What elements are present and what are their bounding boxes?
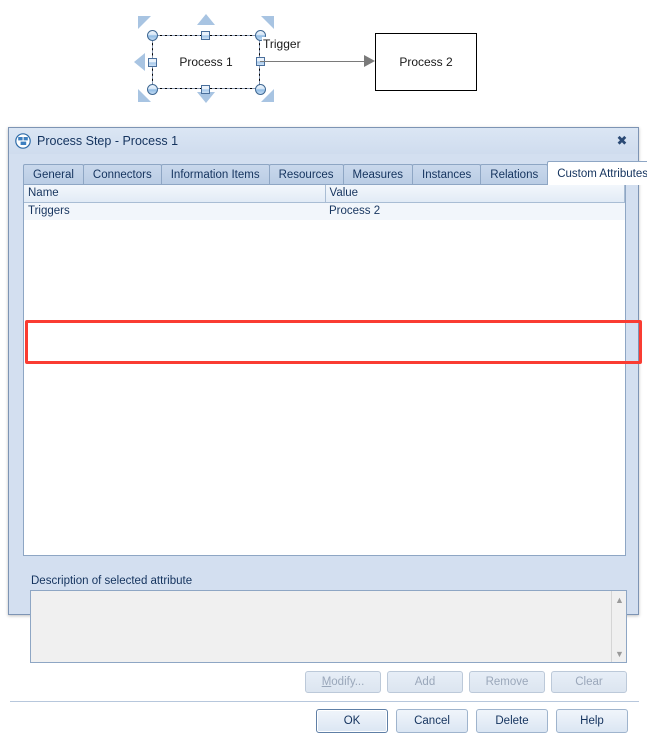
resize-arrow-top-left[interactable] bbox=[138, 16, 152, 30]
process-step-icon bbox=[15, 133, 31, 149]
cell-attribute-name: Triggers bbox=[24, 202, 325, 220]
diagram-shape-process-2[interactable]: Process 2 bbox=[375, 33, 477, 91]
description-textarea[interactable]: ▲ ▼ bbox=[30, 590, 627, 663]
corner-handle-top-left[interactable] bbox=[147, 30, 158, 41]
tab-measures[interactable]: Measures bbox=[342, 164, 414, 185]
corner-handle-bottom-right[interactable] bbox=[255, 84, 266, 95]
tab-instances[interactable]: Instances bbox=[412, 164, 482, 185]
close-icon[interactable]: ✖ bbox=[614, 133, 630, 149]
description-label: Description of selected attribute bbox=[31, 575, 193, 587]
connector-arrowhead-icon bbox=[364, 55, 375, 67]
cancel-button[interactable]: Cancel bbox=[396, 709, 468, 733]
description-scrollbar[interactable]: ▲ ▼ bbox=[611, 591, 626, 662]
table-row[interactable]: Triggers Process 2 bbox=[24, 202, 625, 220]
dialog-footer-buttons: OK Cancel Delete Help bbox=[316, 709, 628, 733]
tab-strip: General Connectors Information Items Res… bbox=[23, 161, 647, 185]
tab-connectors[interactable]: Connectors bbox=[82, 164, 162, 185]
add-button[interactable]: Add bbox=[387, 671, 463, 693]
move-arrow-left[interactable] bbox=[134, 53, 145, 71]
connector-label-trigger: Trigger bbox=[262, 37, 302, 51]
table-header-row: Name Value bbox=[24, 185, 625, 203]
process-step-dialog: Process Step - Process 1 ✖ General Conne… bbox=[8, 127, 647, 733]
column-header-name[interactable]: Name bbox=[24, 185, 326, 203]
chevron-down-icon[interactable]: ▼ bbox=[612, 646, 627, 661]
diagram-canvas: Process 1 Trigger Process 2 bbox=[0, 0, 647, 124]
edge-handle-bottom[interactable] bbox=[201, 85, 210, 94]
dialog-titlebar: Process Step - Process 1 ✖ bbox=[9, 128, 638, 154]
selection-dashed-rect bbox=[152, 35, 260, 89]
move-arrow-up[interactable] bbox=[197, 14, 215, 25]
tab-custom-attributes[interactable]: Custom Attributes bbox=[547, 161, 647, 185]
attribute-action-buttons: Modify... Add Remove Clear bbox=[305, 671, 627, 693]
column-header-value[interactable]: Value bbox=[325, 185, 625, 203]
tab-information-items[interactable]: Information Items bbox=[160, 164, 270, 185]
edge-handle-top[interactable] bbox=[201, 31, 210, 40]
dialog-title: Process Step - Process 1 bbox=[37, 134, 179, 148]
clear-button[interactable]: Clear bbox=[551, 671, 627, 693]
modify-button[interactable]: Modify... bbox=[305, 671, 381, 693]
help-button[interactable]: Help bbox=[556, 709, 628, 733]
connector-line[interactable] bbox=[260, 61, 368, 62]
remove-button[interactable]: Remove bbox=[469, 671, 545, 693]
corner-handle-bottom-left[interactable] bbox=[147, 84, 158, 95]
delete-button[interactable]: Delete bbox=[476, 709, 548, 733]
custom-attributes-panel: Name Value Triggers Process 2 bbox=[23, 184, 626, 556]
tab-general[interactable]: General bbox=[23, 164, 84, 185]
cell-attribute-value: Process 2 bbox=[325, 202, 625, 220]
chevron-up-icon[interactable]: ▲ bbox=[612, 592, 627, 607]
edge-handle-left[interactable] bbox=[148, 58, 157, 67]
custom-attributes-table: Name Value Triggers Process 2 bbox=[24, 185, 625, 220]
resize-arrow-top-right[interactable] bbox=[260, 16, 274, 30]
modify-button-label-rest: odify... bbox=[331, 676, 365, 688]
ok-button[interactable]: OK bbox=[316, 709, 388, 733]
tab-resources[interactable]: Resources bbox=[268, 164, 344, 185]
footer-separator bbox=[10, 701, 639, 702]
tab-relations[interactable]: Relations bbox=[480, 164, 549, 185]
